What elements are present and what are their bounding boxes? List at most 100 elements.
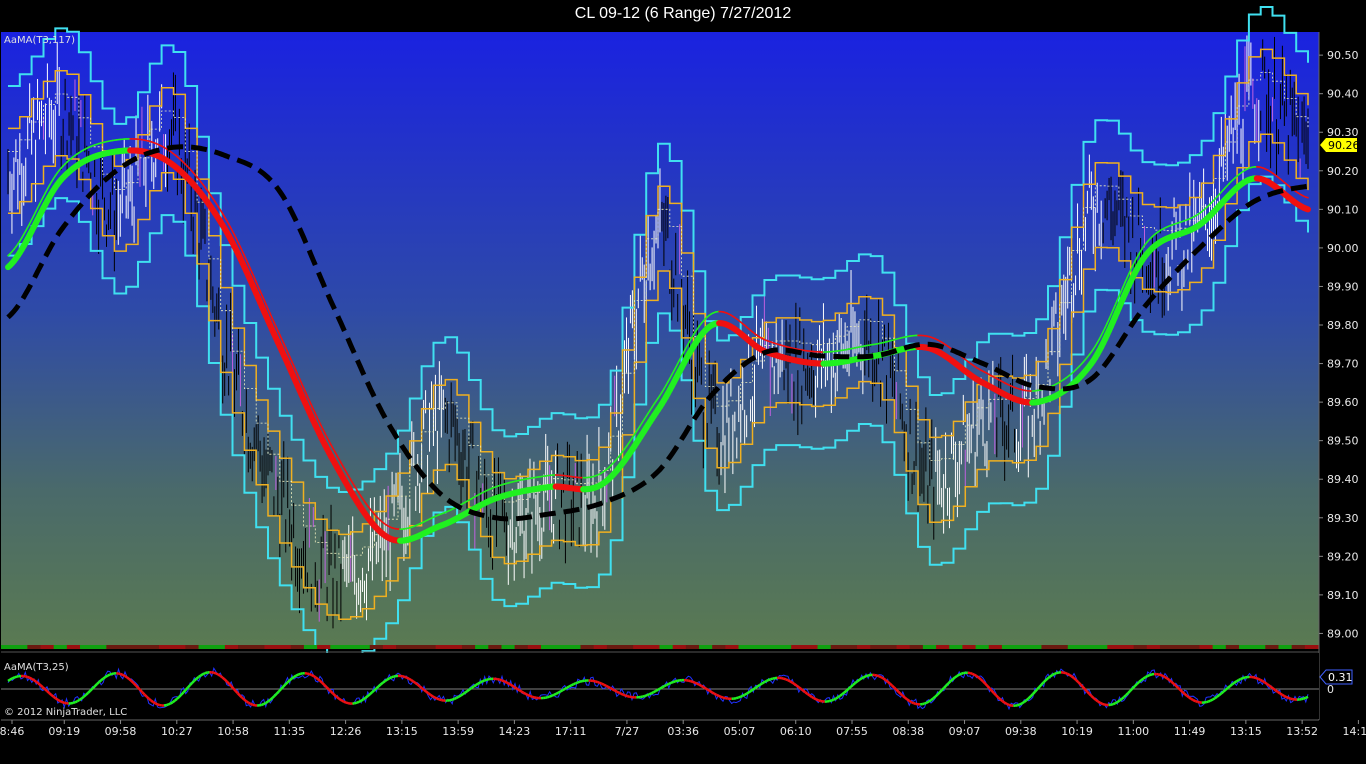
osc-segment (406, 676, 410, 680)
osc-segment (828, 699, 832, 703)
osc-segment (85, 691, 90, 696)
osc-segment (1164, 675, 1168, 680)
session-strip-cell (1107, 645, 1121, 649)
osc-segment (951, 676, 956, 681)
osc-segment (1054, 671, 1058, 676)
osc-segment (343, 700, 347, 704)
session-strip-cell (975, 645, 990, 649)
osc-segment (1183, 692, 1188, 697)
osc-segment (252, 703, 256, 707)
osc-segment (80, 695, 85, 700)
osc-segment (154, 702, 159, 706)
x-tick-label: 13:15 (386, 725, 418, 738)
osc-segment (204, 671, 208, 675)
osc-segment (1276, 690, 1281, 695)
osc-segment (186, 684, 191, 689)
session-strip-cell (540, 645, 555, 649)
x-tick-label: 14:16 (1343, 725, 1366, 738)
osc-segment (1216, 694, 1220, 698)
osc-segment (984, 682, 989, 687)
osc-segment (783, 677, 787, 681)
osc-segment (373, 687, 378, 692)
osc-segment (1172, 682, 1177, 687)
osc-segment (763, 679, 767, 684)
chart-canvas[interactable]: AaMA(T3,117) 90.5090.4090.3090.2090.1090… (0, 0, 1366, 764)
osc-segment (148, 697, 152, 702)
osc-segment (575, 681, 579, 685)
osc-segment (843, 689, 848, 694)
osc-segment (971, 672, 975, 676)
osc-segment (1224, 686, 1229, 691)
osc-segment (1120, 696, 1125, 700)
session-strip-cell (119, 645, 134, 649)
osc-segment (124, 675, 128, 679)
osc-segment (269, 697, 274, 701)
osc-segment (202, 671, 206, 676)
session-strip-cell (593, 645, 608, 649)
osc-segment (735, 696, 739, 700)
osc-segment (1114, 701, 1118, 705)
session-strip-cell (475, 645, 489, 649)
osc-segment (711, 691, 715, 695)
osc-segment (804, 691, 809, 695)
osc-segment (1270, 685, 1275, 690)
osc-segment (646, 693, 650, 697)
osc-segment (470, 685, 475, 689)
osc-segment (1174, 684, 1179, 689)
session-strip-cell (554, 645, 568, 649)
session-strip-cell (1133, 645, 1148, 649)
osc-segment (642, 694, 646, 698)
osc-segment (27, 675, 31, 679)
osc-segment (54, 697, 59, 701)
osc-segment (1017, 703, 1021, 707)
x-tick-label: 11:00 (1117, 725, 1149, 738)
osc-segment (345, 701, 349, 705)
session-strip-cell (369, 645, 384, 649)
x-tick-label: 7/27 (615, 725, 640, 738)
session-strip-cell (1252, 645, 1266, 649)
osc-segment (975, 674, 980, 679)
osc-segment (922, 702, 925, 706)
session-strip-cell (1015, 645, 1029, 649)
osc-segment (458, 694, 462, 698)
osc-segment (152, 700, 156, 705)
x-tick-label: 11:35 (273, 725, 305, 738)
osc-segment (1238, 677, 1242, 682)
osc-segment (594, 680, 598, 684)
osc-segment (553, 692, 557, 696)
osc-segment (785, 678, 789, 682)
osc-segment (167, 702, 172, 706)
osc-segment (1185, 694, 1190, 699)
osc-segment (213, 671, 217, 675)
session-strip-cell (1080, 645, 1095, 649)
osc-segment (128, 678, 133, 683)
osc-segment (261, 702, 265, 707)
osc-segment (832, 697, 837, 701)
osc-segment (620, 692, 624, 696)
osc-segment (1212, 697, 1216, 701)
x-axis: 8:46 09:19 09:58 10:27 10:58 11:35 12:26 13:15 1… (0, 720, 1366, 738)
osc-segment (720, 695, 724, 699)
osc-segment (341, 699, 345, 703)
osc-indicator-label: AaMA(T3,25) (4, 662, 69, 673)
osc-segment (618, 691, 622, 695)
osc-segment (180, 691, 185, 696)
osc-segment (1283, 694, 1287, 699)
osc-segment (312, 674, 317, 679)
osc-segment (614, 689, 618, 693)
osc-segment (1255, 676, 1259, 680)
osc-segment (76, 698, 81, 703)
osc-segment (1034, 688, 1039, 693)
session-strip-cell (422, 645, 437, 649)
last-price-value: 90.26 (1328, 139, 1360, 152)
session-strip-cell (1186, 645, 1200, 649)
osc-segment (310, 673, 315, 678)
osc-segment (670, 680, 674, 685)
session-strip-cell (672, 645, 687, 649)
osc-segment (1129, 687, 1134, 692)
osc-segment (997, 696, 1002, 701)
x-tick-label: 10:19 (1061, 725, 1093, 738)
x-tick-label: 17:11 (555, 725, 587, 738)
osc-segment (696, 682, 700, 686)
osc-segment (473, 683, 477, 688)
